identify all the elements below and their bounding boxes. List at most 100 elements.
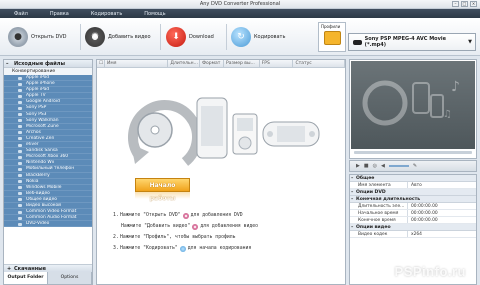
step-add-video: Нажмите "Добавить видео" для добавления …	[113, 221, 343, 232]
encode-icon: ↻	[231, 27, 251, 47]
minimize-icon[interactable]: –	[452, 1, 459, 7]
dvd-disc-icon: ●	[8, 27, 28, 47]
encode-button[interactable]: ↻ Кодировать	[231, 24, 285, 50]
title-bar: Any DVD Converter Professional – □ ×	[0, 0, 480, 9]
volume-slider[interactable]	[388, 165, 409, 167]
file-list-panel: ☐ Имя Длительн... Формат Размер вы... FP…	[96, 59, 346, 285]
chevron-down-icon: ▼	[468, 39, 472, 45]
toolbar-separator	[80, 24, 81, 50]
column-duration[interactable]: Длительн...	[168, 60, 201, 67]
player-controls: ▶ ■ ◎ ◀ ✎	[349, 160, 477, 172]
step-number: 2.	[113, 235, 119, 240]
dvd-disc-icon	[182, 212, 189, 219]
sidebar-item[interactable]: DVD-Video	[4, 221, 92, 228]
tree-section-title[interactable]: Конвертирование	[4, 68, 92, 75]
menu-file[interactable]: Файл	[14, 11, 28, 17]
preview-screen: ♪ ♫	[351, 61, 475, 149]
prop-row[interactable]: Длительность эле... 00:00:00.00	[350, 203, 476, 210]
prop-key: Видео кодек	[350, 231, 408, 237]
menu-edit[interactable]: Правка	[50, 11, 69, 17]
prop-key: Конечное время	[350, 217, 408, 223]
settings-icon[interactable]: ✎	[413, 163, 417, 169]
menu-encode[interactable]: Кодировать	[91, 11, 122, 17]
prop-row[interactable]: Конечное время 00:00:00.00	[350, 217, 476, 224]
prop-value: 00:00:00.00	[411, 218, 438, 223]
open-dvd-button[interactable]: ● Открыть DVD	[8, 24, 66, 50]
devices-illustration	[128, 97, 320, 166]
svg-text:♫: ♫	[443, 109, 452, 120]
step-text: Нажмите "Открыть DVD"	[120, 213, 181, 218]
prop-duration-title[interactable]: Конечная длительность	[350, 196, 476, 203]
prop-row[interactable]: Видео кодек x264	[350, 231, 476, 238]
tree-root-title[interactable]: Исходные файлы	[4, 60, 92, 68]
instructions: 1. Нажмите "Открыть DVD" для добавления …	[113, 210, 343, 254]
download-icon: ⬇	[166, 27, 186, 47]
snapshot-icon[interactable]: ◎	[373, 163, 377, 169]
film-reel-icon	[192, 223, 199, 230]
stop-icon[interactable]: ■	[364, 163, 369, 169]
film-reel-icon: ✺	[85, 27, 105, 47]
encode-label: Кодировать	[254, 34, 286, 40]
column-size[interactable]: Размер вы...	[224, 60, 260, 67]
column-headers: ☐ Имя Длительн... Формат Размер вы... FP…	[97, 60, 345, 68]
tab-output-folder[interactable]: Output Folder	[4, 272, 48, 284]
step-text: Нажмите "Добавить видео"	[121, 224, 191, 229]
prop-row[interactable]: Начальное время 00:00:00.00	[350, 210, 476, 217]
prop-key: Имя элемента	[350, 182, 408, 188]
toolbar-separator	[226, 24, 227, 50]
menu-bar: Файл Правка Кодировать Помощь	[0, 9, 480, 18]
downloaded-node[interactable]: Скачанные	[4, 264, 92, 273]
bottom-tabs: Output Folder Options	[4, 272, 92, 284]
volume-icon[interactable]: ◀	[381, 163, 385, 169]
step-text: Нажмите "Профиль", чтобы выбрать профиль	[120, 235, 236, 240]
step-text: для добавления DVD	[190, 213, 243, 218]
prop-row[interactable]: Имя элемента Авто	[350, 182, 476, 189]
prop-key: Длительность эле...	[350, 203, 408, 209]
download-label: Download	[189, 34, 214, 40]
start-button[interactable]: Начало работы	[135, 178, 190, 202]
tree-items: Apple iPod Apple iPhone Apple iPad Apple TV…	[4, 75, 92, 228]
prop-value: Авто	[411, 183, 422, 188]
start-button-reflection	[135, 192, 190, 199]
encode-icon	[179, 245, 186, 252]
prop-key: Начальное время	[350, 210, 408, 216]
prop-video-title[interactable]: Опции видео	[350, 224, 476, 231]
preview-artwork: ♪ ♫	[362, 79, 460, 126]
prop-dvd-options-title[interactable]: Опции DVD	[350, 189, 476, 196]
prop-value: 00:00:00.00	[411, 211, 438, 216]
open-dvd-label: Открыть DVD	[31, 34, 67, 40]
step-number: 3.	[113, 246, 119, 251]
watermark: PSPinfo.ru	[394, 264, 466, 279]
window-controls: – □ ×	[452, 1, 477, 7]
column-fps[interactable]: FPS	[260, 60, 294, 67]
play-icon[interactable]: ▶	[356, 163, 360, 169]
profile-value: Sony PSP MPEG-4 AVC Movie (*.mp4)	[364, 36, 446, 48]
psp-icon	[353, 39, 362, 45]
folder-icon	[324, 31, 341, 45]
add-video-button[interactable]: ✺ Добавить видео	[85, 24, 151, 50]
step-number: 1.	[113, 213, 119, 218]
step-open-dvd: 1. Нажмите "Открыть DVD" для добавления …	[113, 210, 343, 221]
column-status[interactable]: Статус	[293, 60, 345, 67]
close-icon[interactable]: ×	[470, 1, 477, 7]
preview-panel: ♪ ♫	[349, 59, 477, 159]
download-button[interactable]: ⬇ Download	[166, 24, 214, 50]
tab-options[interactable]: Options	[48, 272, 92, 284]
seek-bar[interactable]	[354, 151, 472, 154]
prop-value: 00:00:00.00	[411, 204, 438, 209]
menu-help[interactable]: Помощь	[144, 11, 165, 17]
step-text: для добавления видео	[200, 224, 259, 229]
source-tree-panel: Исходные файлы Конвертирование Apple iPo…	[3, 59, 93, 285]
toolbar-separator	[160, 24, 161, 50]
step-text: для начала кодирования	[187, 246, 252, 251]
step-encode: 3. Нажмите "Кодировать" для начала кодир…	[113, 243, 343, 254]
prop-general-title[interactable]: Общее	[350, 175, 476, 182]
profiles-button[interactable]: Профили	[318, 22, 346, 52]
select-all-checkbox[interactable]: ☐	[97, 60, 105, 67]
profile-select[interactable]: Sony PSP MPEG-4 AVC Movie (*.mp4) ▼	[348, 33, 476, 51]
column-format[interactable]: Формат	[200, 60, 224, 67]
maximize-icon[interactable]: □	[461, 1, 468, 7]
column-name[interactable]: Имя	[105, 60, 169, 67]
add-video-label: Добавить видео	[108, 34, 151, 40]
svg-text:♪: ♪	[451, 79, 460, 95]
